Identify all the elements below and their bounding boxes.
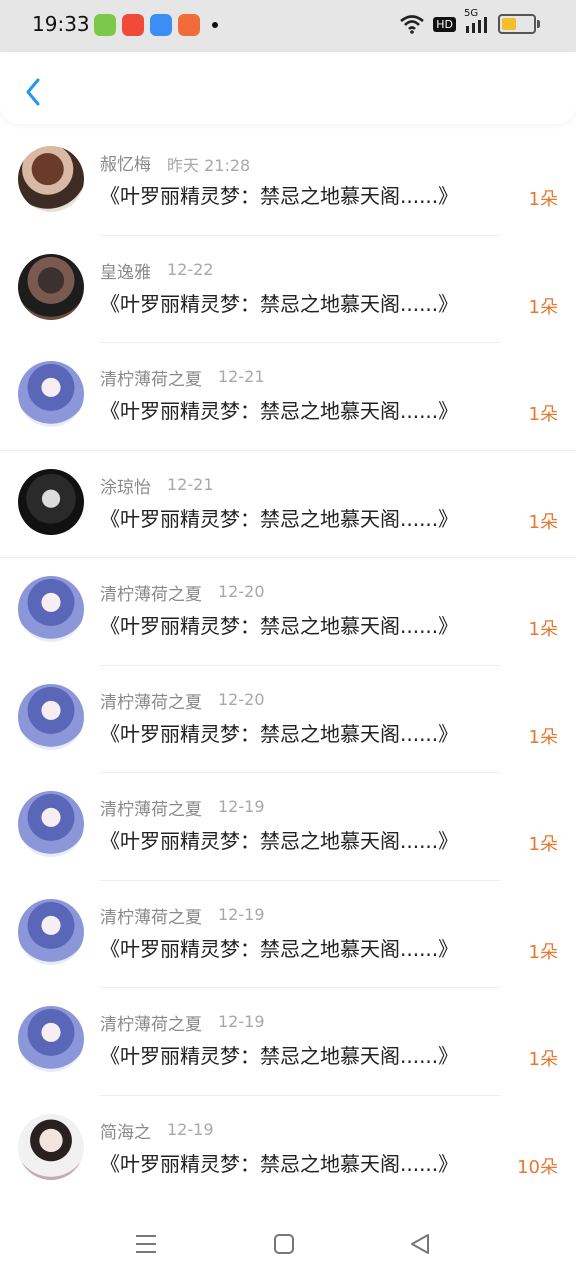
weibo-app-icon (122, 14, 144, 36)
book-title: 《叶罗丽精灵梦：禁忌之地慕天阁......》 (100, 399, 459, 423)
top-navigation (0, 52, 576, 124)
book-title: 《叶罗丽精灵梦：禁忌之地慕天阁......》 (100, 291, 459, 316)
sender-name: 清柠薄荷之夏 (100, 692, 202, 713)
flower-count: 1朵 (528, 834, 558, 855)
gift-time: 12-22 (167, 259, 214, 279)
wifi-icon (400, 15, 425, 34)
hd-badge: HD (433, 16, 456, 32)
book-title: 《叶罗丽精灵梦：禁忌之地慕天阁......》 (100, 829, 459, 853)
book-title: 《叶罗丽精灵梦：禁忌之地慕天阁......》 (100, 614, 459, 638)
flower-count: 1朵 (528, 941, 558, 963)
sender-name: 皇逸雅 (100, 262, 151, 283)
book-title: 《叶罗丽精灵梦：禁忌之地慕天阁......》 (100, 506, 459, 531)
book-title: 《叶罗丽精灵梦：禁忌之地慕天阁......》 (100, 184, 459, 208)
gift-row[interactable]: 清柠薄荷之夏 12-19 《叶罗丽精灵梦：禁忌之地慕天阁......》 1朵 (0, 773, 576, 881)
avatar[interactable] (18, 361, 84, 427)
battery-icon (498, 14, 540, 34)
bubble-app-icon (150, 14, 172, 36)
book-title: 《叶罗丽精灵梦：禁忌之地慕天阁......》 (100, 721, 459, 746)
avatar[interactable] (18, 1006, 84, 1072)
book-app-icon (178, 14, 200, 36)
sender-name: 清柠薄荷之夏 (100, 370, 202, 390)
video-app-icon (94, 14, 116, 36)
gift-time: 12-21 (218, 367, 265, 386)
gift-time: 12-19 (167, 1119, 214, 1139)
avatar[interactable] (18, 576, 84, 642)
gift-time: 12-20 (218, 689, 265, 709)
avatar[interactable] (18, 468, 84, 535)
book-title: 《叶罗丽精灵梦：禁忌之地慕天阁......》 (100, 1151, 459, 1176)
status-bar: 19:33 HD 5G (0, 0, 576, 52)
gift-row[interactable]: 清柠薄荷之夏 12-20 《叶罗丽精灵梦：禁忌之地慕天阁......》 1朵 (0, 558, 576, 666)
avatar[interactable] (18, 791, 84, 857)
signal-5g: 5G (464, 8, 490, 34)
gift-list: 赧忆梅 昨天 21:28 《叶罗丽精灵梦：禁忌之地慕天阁......》 1朵 皇逸雅 12… (0, 128, 576, 1203)
gift-row[interactable]: 清柠薄荷之夏 12-21 《叶罗丽精灵梦：禁忌之地慕天阁......》 1朵 (0, 343, 576, 451)
gift-row[interactable]: 赧忆梅 昨天 21:28 《叶罗丽精灵梦：禁忌之地慕天阁......》 1朵 (0, 128, 576, 236)
book-title: 《叶罗丽精灵梦：禁忌之地慕天阁......》 (100, 1044, 459, 1068)
gift-row[interactable]: 简海之 12-19 《叶罗丽精灵梦：禁忌之地慕天阁......》 10朵 (0, 1096, 576, 1203)
gift-time: 12-19 (218, 797, 265, 816)
flower-count: 1朵 (528, 511, 558, 533)
sender-name: 涂琼怡 (100, 477, 151, 498)
gift-row[interactable]: 皇逸雅 12-22 《叶罗丽精灵梦：禁忌之地慕天阁......》 1朵 (0, 236, 576, 343)
flower-count: 1朵 (528, 189, 558, 210)
battery-fill (502, 18, 516, 30)
sender-name: 赧忆梅 (100, 155, 151, 175)
gift-time: 12-21 (167, 474, 214, 494)
sender-name: 简海之 (100, 1122, 151, 1143)
home-square-icon[interactable] (270, 1230, 298, 1258)
chevron-left-icon[interactable] (18, 72, 50, 112)
status-time: 19:33 (32, 12, 90, 36)
menu-icon[interactable] (132, 1230, 160, 1258)
gift-row[interactable]: 涂琼怡 12-21 《叶罗丽精灵梦：禁忌之地慕天阁......》 1朵 (0, 451, 576, 558)
avatar[interactable] (18, 146, 84, 212)
flower-count: 1朵 (528, 404, 558, 425)
book-title: 《叶罗丽精灵梦：禁忌之地慕天阁......》 (100, 936, 459, 961)
flower-count: 1朵 (528, 1049, 558, 1070)
more-notifications-dot (212, 22, 218, 28)
battery-tip (537, 20, 540, 28)
avatar[interactable] (18, 683, 84, 750)
sender-name: 清柠薄荷之夏 (100, 1015, 202, 1035)
system-navigation-bar (0, 1200, 576, 1280)
gift-time: 12-19 (218, 1012, 265, 1031)
gift-row[interactable]: 清柠薄荷之夏 12-19 《叶罗丽精灵梦：禁忌之地慕天阁......》 1朵 (0, 988, 576, 1096)
gift-time: 12-19 (218, 904, 265, 924)
sender-name: 清柠薄荷之夏 (100, 585, 202, 605)
flower-count: 1朵 (528, 296, 558, 318)
signal-bars-icon (466, 17, 487, 33)
triangle-back-icon[interactable] (406, 1230, 434, 1258)
avatar[interactable] (18, 253, 84, 320)
avatar[interactable] (18, 1113, 84, 1180)
gift-time: 昨天 21:28 (167, 156, 251, 175)
flower-count: 1朵 (528, 619, 558, 640)
gift-row[interactable]: 清柠薄荷之夏 12-19 《叶罗丽精灵梦：禁忌之地慕天阁......》 1朵 (0, 881, 576, 988)
gift-row[interactable]: 清柠薄荷之夏 12-20 《叶罗丽精灵梦：禁忌之地慕天阁......》 1朵 (0, 666, 576, 773)
flower-count: 1朵 (528, 726, 558, 748)
flower-count: 10朵 (517, 1156, 558, 1178)
gift-time: 12-20 (218, 582, 265, 601)
status-right: HD 5G (399, 8, 540, 34)
sender-name: 清柠薄荷之夏 (100, 907, 202, 928)
avatar[interactable] (18, 898, 84, 965)
sender-name: 清柠薄荷之夏 (100, 800, 202, 820)
